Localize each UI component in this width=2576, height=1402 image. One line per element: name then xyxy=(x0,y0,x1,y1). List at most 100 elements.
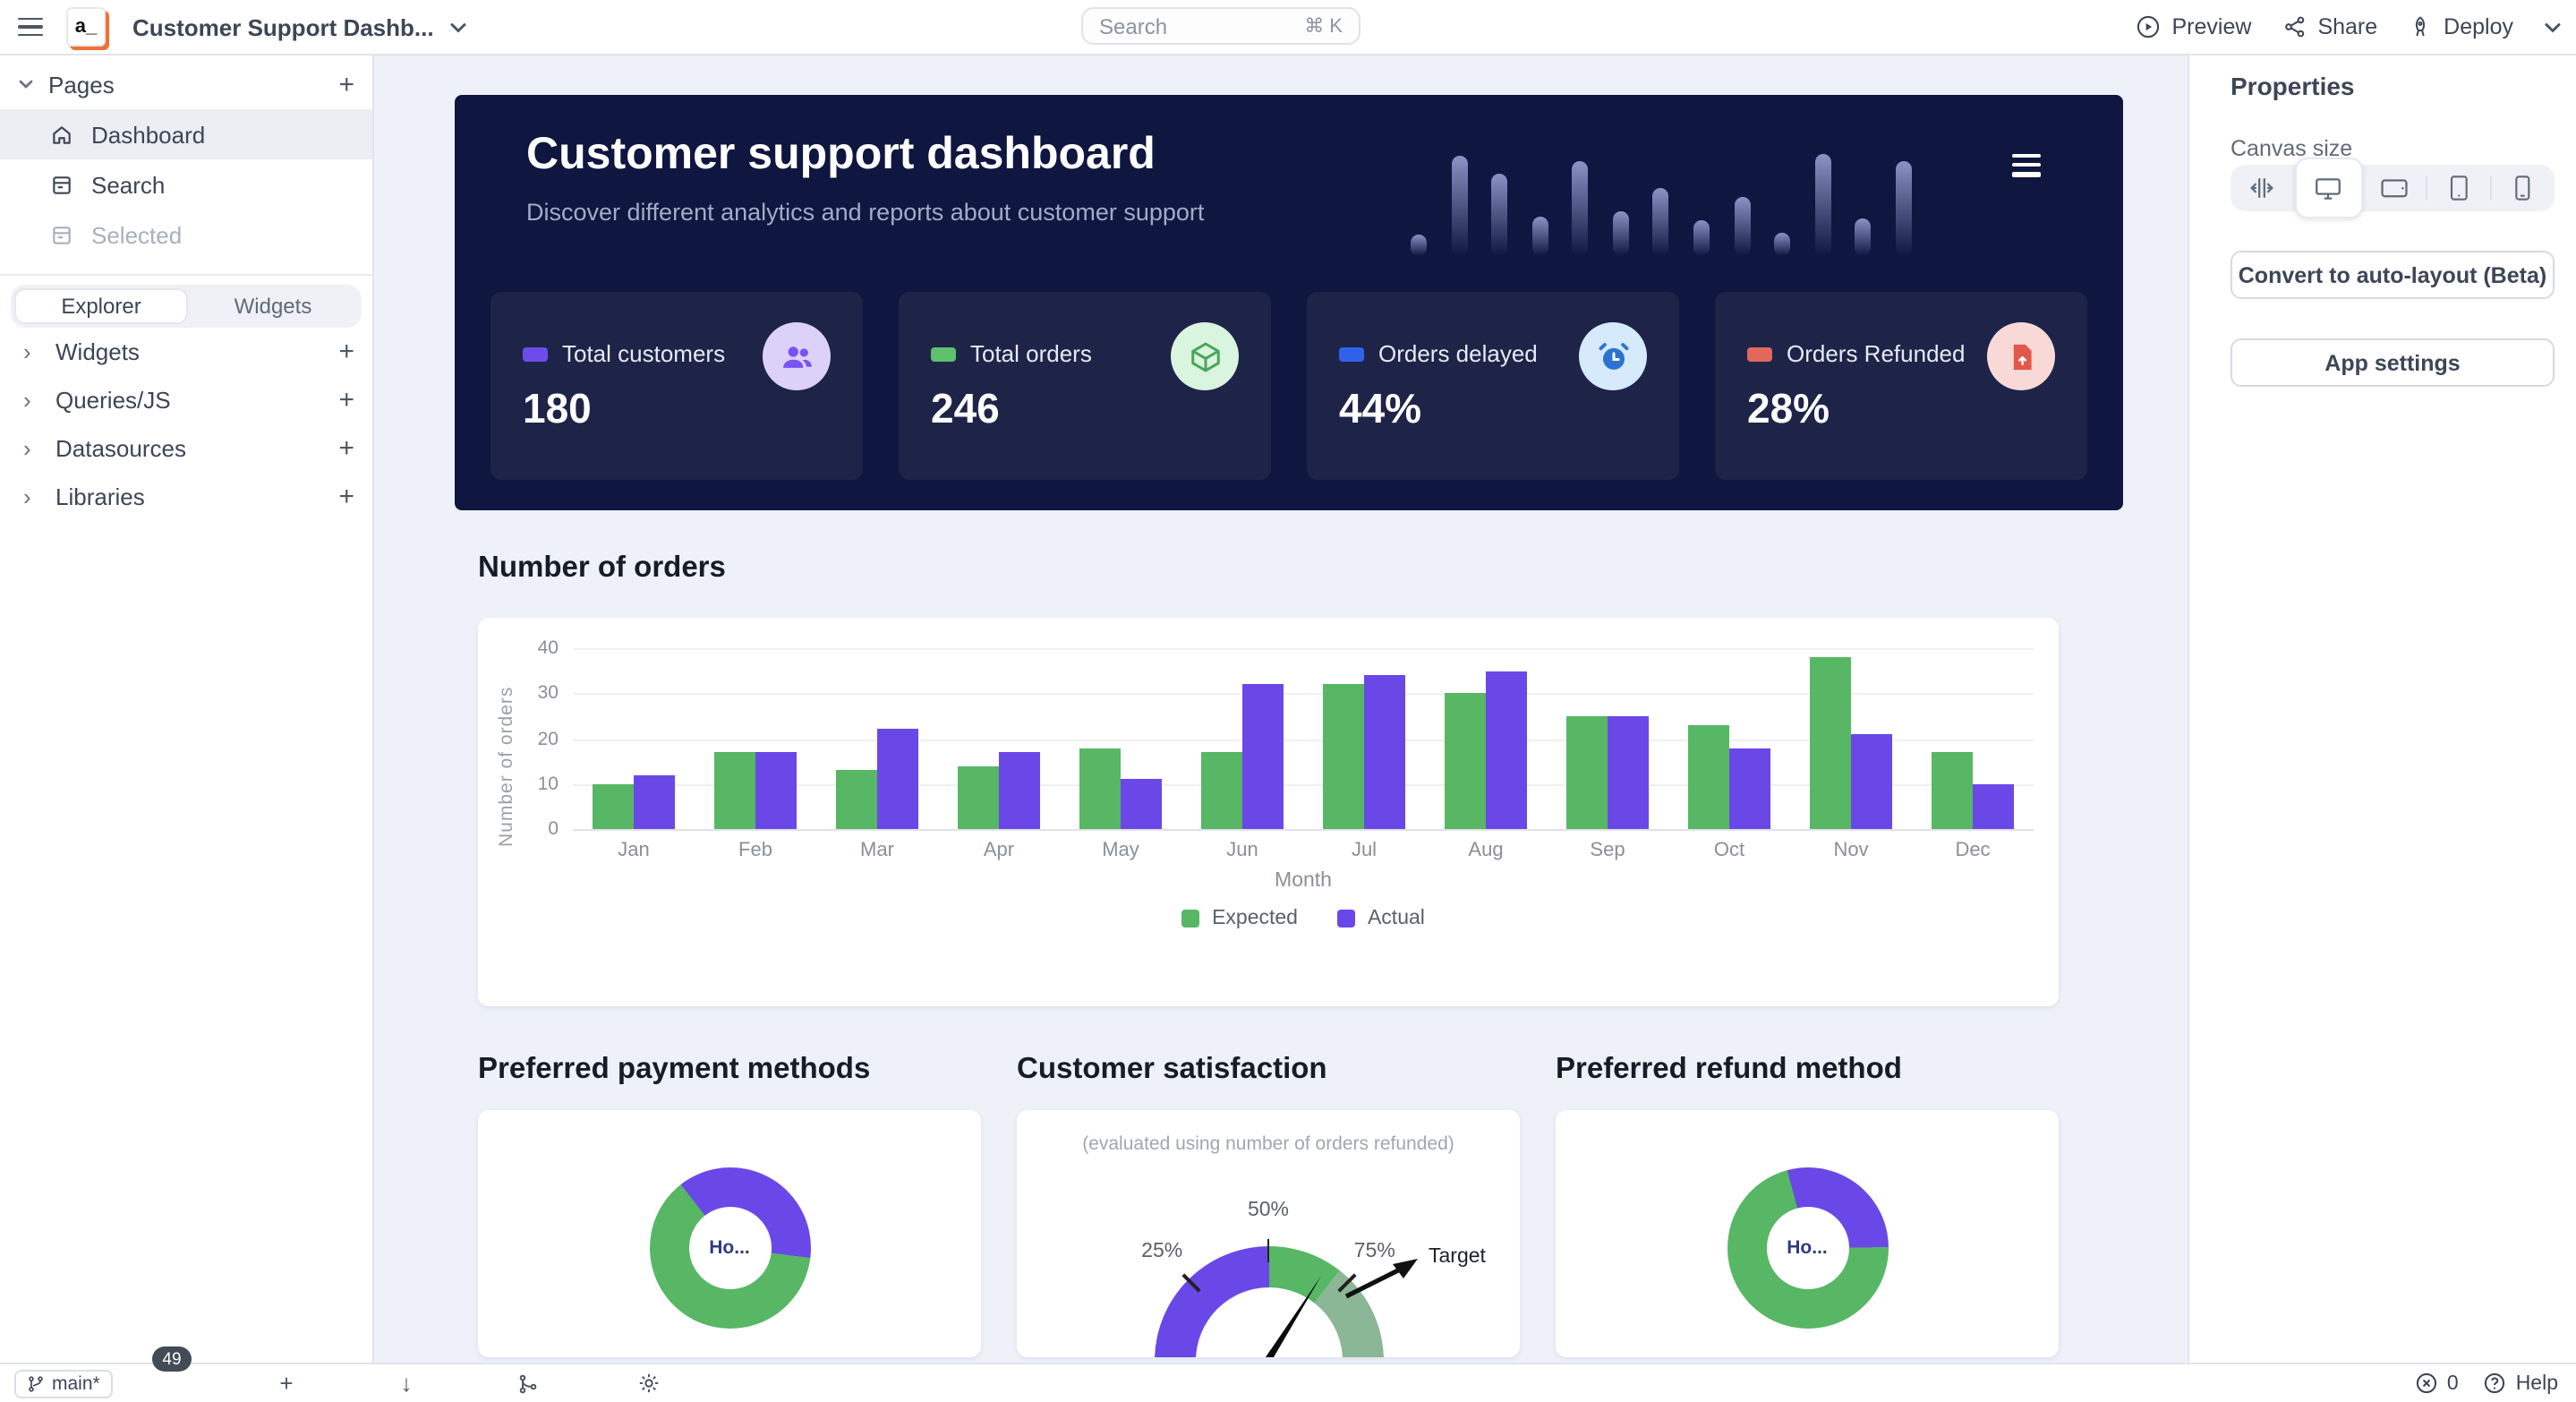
canvas-size-tablet-landscape-icon[interactable] xyxy=(2362,165,2427,211)
bar-actual-may[interactable] xyxy=(1121,779,1162,829)
menu-hamburger-icon[interactable] xyxy=(18,17,43,37)
hero-container-widget[interactable]: Customer support dashboard Discover diff… xyxy=(455,95,2123,510)
section-add-button[interactable]: + xyxy=(338,435,354,462)
bar-expected-sep[interactable] xyxy=(1566,716,1608,829)
y-tick-label: 10 xyxy=(538,774,559,795)
share-button[interactable]: Share xyxy=(2282,14,2377,39)
bar-actual-aug[interactable] xyxy=(1486,671,1527,829)
bar-expected-aug[interactable] xyxy=(1445,694,1486,830)
bar-expected-nov[interactable] xyxy=(1810,657,1851,829)
deploy-button[interactable]: Deploy xyxy=(2408,14,2513,39)
git-branch-button[interactable]: main* xyxy=(14,1370,113,1398)
section-label: Datasources xyxy=(55,435,338,462)
tab-explorer[interactable]: Explorer xyxy=(14,288,188,324)
donut-plot[interactable]: Ho... xyxy=(649,1167,810,1329)
page-label: Search xyxy=(91,171,165,198)
section-add-button[interactable]: + xyxy=(338,387,354,414)
chart-x-axis-label: Month xyxy=(573,870,2034,892)
bar-expected-jun[interactable] xyxy=(1201,752,1242,829)
sidebar-section-queries-js[interactable]: ›Queries/JS+ xyxy=(0,376,372,424)
canvas-size-desktop-icon[interactable] xyxy=(2295,158,2363,218)
search-shortcut: ⌘ K xyxy=(1304,14,1343,38)
bar-actual-jun[interactable] xyxy=(1242,684,1284,829)
refund-method-donut-chart[interactable]: Ho... xyxy=(1556,1110,2059,1357)
help-circle-icon xyxy=(2484,1372,2507,1395)
app-title[interactable]: Customer Support Dashb... xyxy=(132,13,434,40)
title-chevron-down-icon[interactable] xyxy=(450,21,468,33)
stat-card-total-orders[interactable]: Total orders246 xyxy=(899,292,1271,480)
canvas-size-tablet-icon[interactable] xyxy=(2427,165,2491,211)
x-tick-label: Jun xyxy=(1181,840,1303,861)
canvas[interactable]: Customer support dashboard Discover diff… xyxy=(372,54,2189,1364)
sidebar-section-libraries[interactable]: ›Libraries+ xyxy=(0,473,372,521)
legend-item-expected[interactable]: Expected xyxy=(1181,908,1298,929)
app-logo[interactable]: a_ xyxy=(66,7,106,47)
app-root: a_ Customer Support Dashb... Search ⌘ K … xyxy=(0,0,2576,1402)
pages-header[interactable]: Pages + xyxy=(0,64,372,104)
bar-expected-mar[interactable] xyxy=(836,770,877,829)
bar-actual-oct[interactable] xyxy=(1729,748,1770,829)
sidebar-item-dashboard[interactable]: Dashboard xyxy=(0,109,372,159)
section-add-button[interactable]: + xyxy=(338,338,354,365)
section-label: Libraries xyxy=(55,483,338,510)
bar-expected-dec[interactable] xyxy=(1932,752,1973,829)
app-settings-button[interactable]: App settings xyxy=(2231,338,2555,387)
bar-actual-dec[interactable] xyxy=(1973,784,2014,830)
search-input[interactable]: Search ⌘ K xyxy=(1081,7,1361,45)
y-tick-label: 30 xyxy=(538,683,559,705)
sidebar-section-widgets[interactable]: ›Widgets+ xyxy=(0,328,372,376)
sidebar-item-search[interactable]: Search xyxy=(0,159,372,209)
bar-actual-apr[interactable] xyxy=(999,752,1040,829)
bar-expected-oct[interactable] xyxy=(1688,725,1729,829)
x-tick-label: Sep xyxy=(1547,840,1668,861)
orders-bar-chart[interactable]: Number of orders 010203040JanFebMarAprMa… xyxy=(478,618,2059,1006)
x-tick-label: Nov xyxy=(1790,840,1912,861)
hero-menu-icon[interactable] xyxy=(2012,154,2041,176)
bar-expected-apr[interactable] xyxy=(958,765,999,829)
bar-actual-feb[interactable] xyxy=(755,752,797,829)
bar-actual-sep[interactable] xyxy=(1608,716,1649,829)
legend-item-actual[interactable]: Actual xyxy=(1337,908,1425,929)
satisfaction-gauge-chart[interactable]: (evaluated using number of orders refund… xyxy=(1017,1110,1520,1357)
sidebar-item-selected[interactable]: Selected xyxy=(0,209,372,260)
help-button[interactable]: Help xyxy=(2484,1372,2558,1395)
file-refund-icon xyxy=(1987,322,2055,390)
bar-expected-feb[interactable] xyxy=(714,752,755,829)
bar-actual-nov[interactable] xyxy=(1851,734,1892,829)
section-add-button[interactable]: + xyxy=(338,483,354,510)
stat-card-total-customers[interactable]: Total customers180 xyxy=(490,292,863,480)
canvas-size-fluid-icon[interactable] xyxy=(2231,165,2295,211)
bar-actual-jul[interactable] xyxy=(1364,675,1405,829)
bar-actual-mar[interactable] xyxy=(877,730,918,829)
errors-indicator[interactable]: 0 xyxy=(2415,1372,2459,1395)
error-count: 0 xyxy=(2447,1372,2459,1394)
git-add-icon[interactable]: + xyxy=(270,1364,303,1402)
deploy-chevron-down-icon[interactable] xyxy=(2544,21,2562,33)
git-merge-icon[interactable] xyxy=(512,1364,544,1402)
convert-auto-layout-button[interactable]: Convert to auto-layout (Beta) xyxy=(2231,251,2555,299)
stat-card-orders-refunded[interactable]: Orders Refunded28% xyxy=(1715,292,2087,480)
git-pull-icon[interactable]: ↓ xyxy=(390,1364,422,1402)
sidebar-section-datasources[interactable]: ›Datasources+ xyxy=(0,424,372,473)
canvas-size-phone-icon[interactable] xyxy=(2490,165,2555,211)
stat-accent-swatch xyxy=(1339,346,1364,361)
add-page-button[interactable]: + xyxy=(338,71,354,98)
bar-expected-jan[interactable] xyxy=(593,784,634,830)
payment-methods-donut-chart[interactable]: Ho... xyxy=(478,1110,981,1357)
sidebar-sections: ›Widgets+›Queries/JS+›Datasources+›Libra… xyxy=(0,328,372,521)
search-placeholder: Search xyxy=(1099,13,1167,38)
bar-actual-jan[interactable] xyxy=(634,774,675,829)
section-label: Queries/JS xyxy=(55,387,338,414)
git-settings-gear-icon[interactable] xyxy=(632,1364,664,1402)
tab-widgets[interactable]: Widgets xyxy=(188,288,358,324)
donut-center-label: Ho... xyxy=(1727,1167,1888,1329)
legend-label: Expected xyxy=(1212,908,1298,929)
stat-card-orders-delayed[interactable]: Orders delayed44% xyxy=(1307,292,1679,480)
preview-button[interactable]: Preview xyxy=(2137,14,2252,39)
bar-expected-jul[interactable] xyxy=(1323,684,1364,829)
donut-plot[interactable]: Ho... xyxy=(1727,1167,1888,1329)
x-tick-label: Mar xyxy=(816,840,938,861)
error-circle-icon xyxy=(2415,1372,2438,1395)
left-sidebar: Pages + Dashboard Search Selected Explorer… xyxy=(0,54,374,1364)
bar-expected-may[interactable] xyxy=(1079,748,1121,829)
